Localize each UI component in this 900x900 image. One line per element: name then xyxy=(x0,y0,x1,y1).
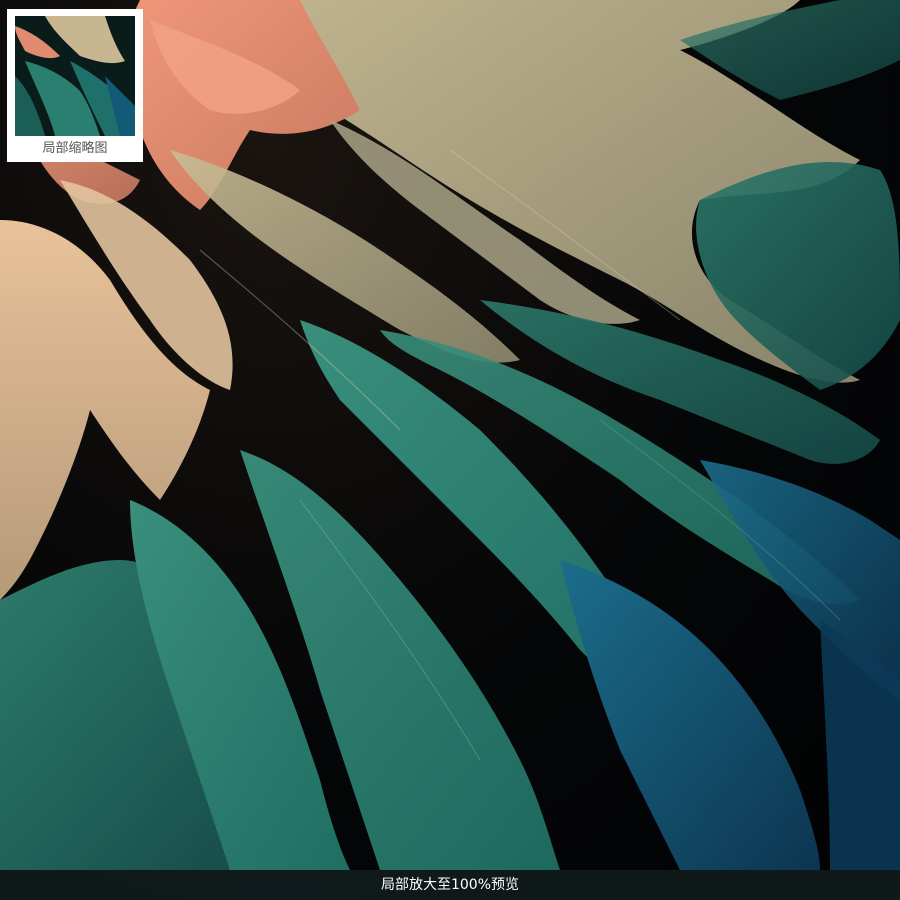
thumbnail-image xyxy=(15,16,135,136)
thumbnail-caption: 局部缩略图 xyxy=(42,141,108,156)
preview-caption-bar: 局部放大至100%预览 xyxy=(0,870,900,900)
thumbnail-panel: 局部缩略图 xyxy=(7,9,143,162)
preview-canvas: 局部缩略图 局部放大至100%预览 xyxy=(0,0,900,900)
preview-caption: 局部放大至100%预览 xyxy=(380,877,520,893)
